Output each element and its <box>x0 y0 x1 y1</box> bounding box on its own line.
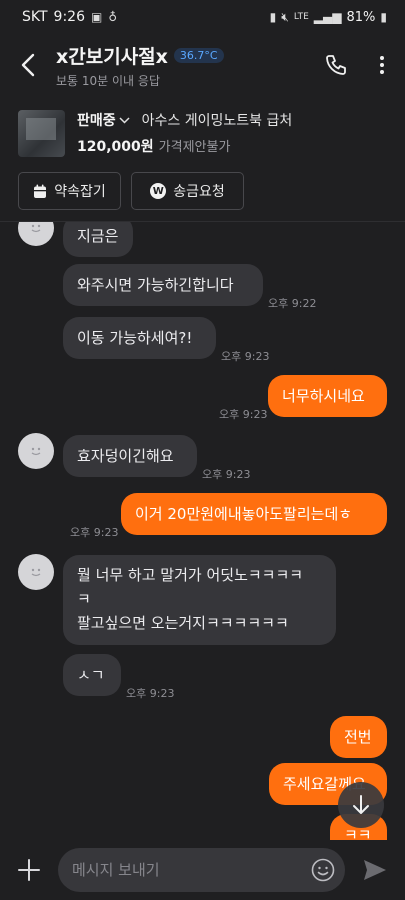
action-bar: 약속잡기 W 송금요청 <box>18 172 244 210</box>
more-button[interactable] <box>359 40 405 90</box>
message-time: 오후 9:23 <box>219 408 268 421</box>
response-time-label: 보통 10분 이내 응답 <box>56 73 160 88</box>
message-time: 오후 9:23 <box>221 350 270 363</box>
message-bubble-incoming[interactable]: 와주시면 가능하긴합니다 <box>63 264 263 306</box>
message-text: 이동 가능하세여?! <box>77 329 193 347</box>
message-text: 너무하시네요 <box>282 387 365 405</box>
message-time: 오후 9:22 <box>268 297 317 310</box>
message-time: 오후 9:23 <box>70 526 119 539</box>
send-button[interactable] <box>345 840 405 900</box>
product-thumbnail[interactable] <box>18 109 65 157</box>
clock: 9:26 <box>53 9 85 25</box>
call-button[interactable] <box>313 40 359 90</box>
appointment-label: 약속잡기 <box>54 184 106 200</box>
sale-status-select[interactable]: 판매중 <box>77 110 130 130</box>
partner-avatar[interactable] <box>18 222 54 246</box>
mute-icon: 🔇︎ <box>281 9 289 24</box>
message-text: ㅅㄱ <box>77 666 105 684</box>
message-text-line: ㅋ <box>77 590 91 608</box>
battery-icon: ▮ <box>380 10 387 24</box>
message-text: ㅋㅋ <box>344 826 372 840</box>
message-text: 지금은 <box>77 227 119 245</box>
status-bar: SKT 9:26 ▣ ♁ ▮ 🔇︎ LTE ▂▄▆ 81% ▮ <box>0 0 405 34</box>
gallery-icon: ▣ <box>91 10 103 24</box>
product-price: 120,000원 <box>77 139 154 155</box>
message-text-line: 뭘 너무 하고 말거가 어딧노ㅋㅋㅋㅋ <box>77 566 304 584</box>
back-button[interactable] <box>0 37 56 93</box>
manner-temperature-badge: 36.7°C <box>173 47 224 63</box>
send-money-button[interactable]: W 송금요청 <box>131 172 244 210</box>
message-time: 오후 9:23 <box>202 468 251 481</box>
message-bubble-outgoing[interactable]: 전번 <box>330 716 387 758</box>
signal-icon: ▂▄▆ <box>313 10 342 24</box>
message-text-line: 팔고싶으면 오는거지ㅋㅋㅋㅋㅋㅋ <box>77 614 289 632</box>
message-bubble-outgoing[interactable]: 너무하시네요 <box>268 375 387 417</box>
product-name: 아수스 게이밍노트북 급처 <box>141 113 293 129</box>
message-list[interactable]: 지금은 와주시면 가능하긴합니다 오후 9:22 이동 가능하세여?! 오후 9… <box>0 222 405 840</box>
message-input[interactable] <box>58 848 345 892</box>
phone-icon <box>326 55 346 75</box>
message-time: 오후 9:23 <box>126 687 175 700</box>
smile-icon <box>311 858 335 882</box>
network-type: LTE <box>293 12 309 22</box>
message-text: 와주시면 가능하긴합니다 <box>77 276 234 294</box>
emoji-button[interactable] <box>309 856 337 884</box>
notification-icon: ♁ <box>108 10 118 24</box>
send-icon <box>364 860 386 880</box>
message-bubble-incoming[interactable]: ㅅㄱ <box>63 654 121 696</box>
won-icon: W <box>150 183 167 199</box>
smile-face-icon <box>31 224 41 233</box>
plus-icon <box>18 859 40 881</box>
price-note: 가격제안불가 <box>158 140 231 155</box>
message-bubble-incoming[interactable]: 뭘 너무 하고 말거가 어딧노ㅋㅋㅋㅋ ㅋ 팔고싶으면 오는거지ㅋㅋㅋㅋㅋㅋ <box>63 555 336 645</box>
message-bubble-incoming[interactable]: 이동 가능하세여?! <box>63 317 216 359</box>
battery-saver-icon: ▮ <box>269 10 277 24</box>
send-money-label: 송금요청 <box>173 184 225 200</box>
smile-face-icon <box>31 447 41 456</box>
more-vertical-icon <box>380 56 384 74</box>
calendar-icon <box>34 184 47 198</box>
message-bubble-outgoing[interactable]: 이거 20만원에내놓아도팔리는데ㅎ <box>121 493 387 535</box>
attach-button[interactable] <box>0 840 58 900</box>
message-text: 전번 <box>344 728 372 746</box>
message-composer <box>0 840 405 900</box>
battery-level: 81% <box>346 9 376 25</box>
appointment-button[interactable]: 약속잡기 <box>18 172 121 210</box>
scroll-to-bottom-button[interactable] <box>338 782 384 828</box>
chevron-down-icon <box>119 116 130 124</box>
partner-avatar[interactable] <box>18 433 54 469</box>
message-text: 효자덩이긴해요 <box>77 447 174 465</box>
arrow-down-icon <box>353 795 369 814</box>
chat-partner-name[interactable]: x간보기사절x <box>56 42 168 69</box>
partner-avatar[interactable] <box>18 554 54 590</box>
carrier-label: SKT <box>22 9 48 25</box>
message-bubble-incoming[interactable]: 지금은 <box>63 222 133 257</box>
message-bubble-incoming[interactable]: 효자덩이긴해요 <box>63 435 197 477</box>
smile-face-icon <box>31 568 41 577</box>
chevron-left-icon <box>21 53 35 77</box>
message-text: 이거 20만원에내놓아도팔리는데ㅎ <box>135 505 353 523</box>
product-summary[interactable]: 판매중 아수스 게이밍노트북 급처 120,000원 가격제안불가 <box>18 108 388 158</box>
sale-status-label: 판매중 <box>77 113 116 129</box>
chat-header: x간보기사절x 36.7°C 보통 10분 이내 응답 <box>0 34 405 96</box>
